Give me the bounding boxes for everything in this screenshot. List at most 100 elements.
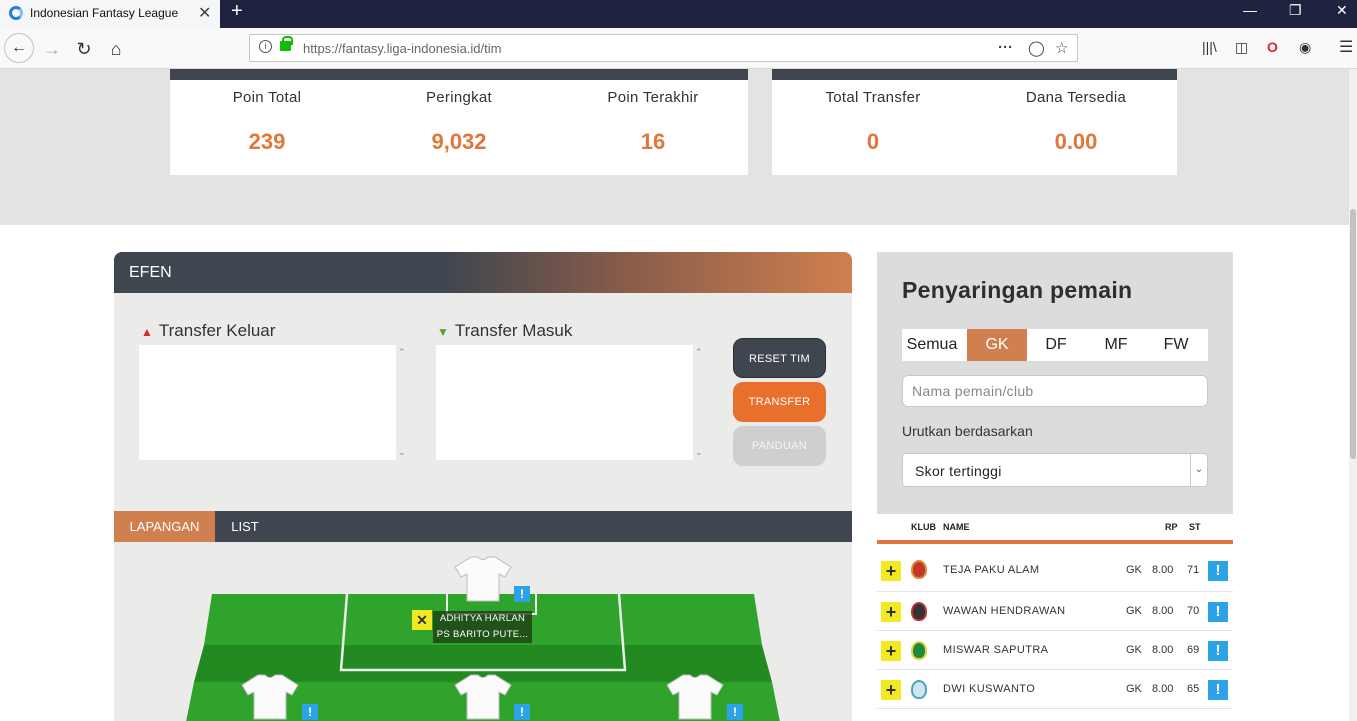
transfer-in-heading: ▼ Transfer Masuk [437, 321, 573, 340]
new-tab-icon[interactable]: + [231, 0, 243, 23]
info-icon[interactable]: i [259, 40, 272, 53]
add-player-icon[interactable]: + [881, 602, 901, 622]
transfer-out-list[interactable]: ⌃ ⌄ [139, 345, 406, 460]
minimize-icon[interactable]: — [1243, 2, 1257, 18]
chevron-down-icon[interactable]: ⌄ [1190, 454, 1207, 486]
bookmark-star-icon[interactable]: ☆ [1055, 39, 1068, 57]
remove-player-icon[interactable]: ✕ [412, 610, 432, 630]
close-window-icon[interactable]: ✕ [1336, 2, 1348, 19]
player-score: 69 [1187, 644, 1200, 656]
menu-hamburger-icon[interactable]: ☰ [1339, 37, 1353, 57]
add-player-icon[interactable]: + [881, 641, 901, 661]
goalkeeper-jersey[interactable] [453, 555, 513, 603]
sort-label: Urutkan berdasarkan [902, 423, 1033, 439]
stat-rank: Peringkat 9,032 [425, 89, 493, 154]
browser-tab-bar: Indonesian Fantasy League ✕ + — ❐ ✕ [0, 0, 1357, 28]
pocket-icon[interactable]: ◯ [1028, 39, 1045, 57]
tab-list[interactable]: LIST [215, 511, 275, 542]
team-panel: EFEN ▲ Transfer Keluar ▼ Transfer Masuk ⌃ ⌄… [114, 252, 852, 721]
player-info-icon[interactable]: ! [1208, 561, 1228, 581]
goalkeeper-info-icon[interactable]: ! [514, 586, 530, 602]
player-price: 8.00 [1152, 564, 1174, 576]
table-row[interactable]: + DWI KUSWANTO GK 8.00 65 ! [877, 670, 1233, 709]
url-text[interactable]: https://fantasy.liga-indonesia.id/tim [303, 41, 501, 56]
more-actions-icon[interactable]: ··· [998, 39, 1013, 56]
reload-icon[interactable]: ↻ [69, 34, 99, 64]
add-player-icon[interactable]: + [881, 561, 901, 581]
lock-icon[interactable] [280, 36, 293, 51]
player-position: GK [1126, 605, 1142, 617]
opera-extension-icon[interactable]: O [1267, 39, 1278, 55]
position-tab-mf[interactable]: MF [1086, 329, 1146, 361]
add-player-icon[interactable]: + [881, 680, 901, 700]
transfer-in-list[interactable]: ⌃ ⌄ [436, 345, 703, 460]
arrow-up-icon: ▲ [141, 325, 153, 339]
back-arrow-icon[interactable]: ← [4, 33, 34, 63]
browser-tab[interactable]: Indonesian Fantasy League ✕ [0, 0, 220, 28]
position-tab-gk[interactable]: GK [967, 329, 1027, 361]
header-club: KLUB [911, 522, 936, 532]
player-name: WAWAN HENDRAWAN [943, 605, 1066, 617]
tab-field[interactable]: LAPANGAN [114, 511, 215, 542]
page-scrollbar[interactable] [1349, 69, 1357, 721]
header-st: ST [1189, 522, 1201, 532]
team-name: EFEN [129, 264, 172, 281]
tab-title: Indonesian Fantasy League [30, 6, 179, 20]
arrow-down-icon: ▼ [437, 325, 449, 339]
close-tab-icon[interactable]: ✕ [198, 3, 211, 23]
goalkeeper-label[interactable]: ADHITYA HARLAN PS BARITO PUTE... [433, 611, 532, 643]
stat-available-funds: Dana Tersedia 0.00 [1025, 89, 1127, 154]
player-table: KLUB NAME RP ST + TEJA PAKU ALAM GK 8.00… [877, 514, 1233, 721]
player-name: TEJA PAKU ALAM [943, 564, 1040, 576]
player-price: 8.00 [1152, 605, 1174, 617]
transfer-button[interactable]: TRANSFER [733, 382, 826, 422]
position-tabs: Semua GK DF MF FW [902, 329, 1208, 361]
position-tab-fw[interactable]: FW [1146, 329, 1206, 361]
defender-info-icon[interactable]: ! [302, 704, 318, 720]
table-row[interactable]: + TEJA PAKU ALAM GK 8.00 71 ! [877, 548, 1233, 592]
stat-total-points: Poin Total 239 [232, 89, 302, 154]
defender-jersey[interactable] [453, 673, 513, 721]
defender-jersey[interactable] [665, 673, 725, 721]
defender-info-icon[interactable]: ! [727, 704, 743, 720]
restore-icon[interactable]: ❐ [1289, 2, 1302, 19]
player-info-icon[interactable]: ! [1208, 680, 1228, 700]
scrollbar-thumb[interactable] [1350, 209, 1356, 459]
position-tab-df[interactable]: DF [1026, 329, 1086, 361]
player-position: GK [1126, 564, 1142, 576]
table-row[interactable]: + MISWAR SAPUTRA GK 8.00 69 ! [877, 631, 1233, 670]
stat-total-transfer: Total Transfer 0 [825, 89, 921, 154]
transfer-card: Total Transfer 0 Dana Tersedia 0.00 [772, 69, 1177, 175]
player-info-icon[interactable]: ! [1208, 641, 1228, 661]
position-tab-all[interactable]: Semua [902, 329, 962, 361]
sidebar-icon[interactable]: ◫ [1235, 39, 1248, 56]
defender-info-icon[interactable]: ! [514, 704, 530, 720]
extension-icon[interactable]: ◉ [1299, 39, 1311, 56]
forward-arrow-icon[interactable]: → [37, 34, 67, 64]
address-bar[interactable]: i https://fantasy.liga-indonesia.id/tim … [249, 34, 1078, 62]
transfer-in-scrollbar[interactable]: ⌃ ⌄ [695, 345, 705, 460]
table-row[interactable]: + WAWAN HENDRAWAN GK 8.00 70 ! [877, 592, 1233, 631]
sort-value: Skor tertinggi [915, 463, 1002, 479]
player-search-input[interactable] [902, 375, 1208, 407]
team-header: EFEN [114, 252, 852, 293]
player-info-icon[interactable]: ! [1208, 602, 1228, 622]
header-name: NAME [943, 522, 970, 532]
library-icon[interactable]: |||\ [1202, 39, 1217, 55]
club-logo-icon [911, 680, 927, 699]
header-price: RP [1165, 522, 1178, 532]
player-filter-panel: Penyaringan pemain Semua GK DF MF FW Uru… [877, 252, 1233, 514]
transfer-out-scrollbar[interactable]: ⌃ ⌄ [398, 345, 408, 460]
home-icon[interactable]: ⌂ [101, 34, 131, 64]
pitch-area: ! ✕ ADHITYA HARLAN PS BARITO PUTE... ! !… [114, 542, 852, 721]
sort-select[interactable]: Skor tertinggi ⌄ [902, 453, 1208, 487]
stat-last-points: Poin Terakhir 16 [607, 89, 699, 154]
points-card: Poin Total 239 Peringkat 9,032 Poin Tera… [170, 69, 748, 175]
filter-title: Penyaringan pemain [902, 277, 1133, 303]
transfer-out-heading: ▲ Transfer Keluar [141, 321, 276, 340]
reset-team-button[interactable]: RESET TIM [733, 338, 826, 378]
defender-jersey[interactable] [240, 673, 300, 721]
player-price: 8.00 [1152, 644, 1174, 656]
page-content: Poin Total 239 Peringkat 9,032 Poin Tera… [0, 69, 1357, 721]
guide-button[interactable]: PANDUAN [733, 426, 826, 466]
